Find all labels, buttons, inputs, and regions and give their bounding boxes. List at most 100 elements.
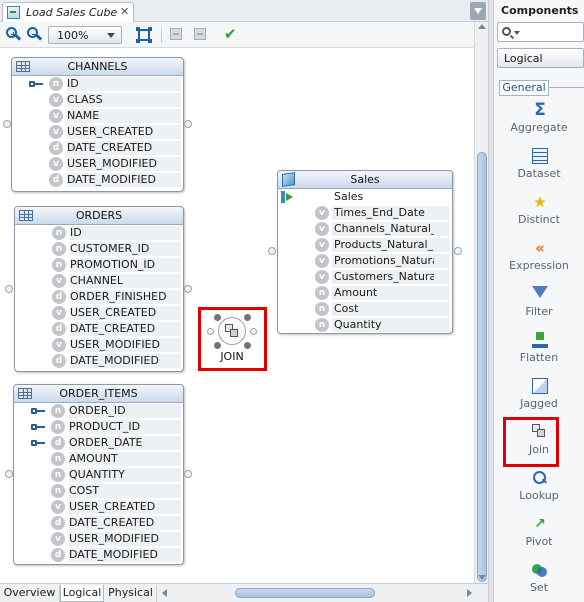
selection-handle[interactable] [214,314,221,321]
join-node[interactable]: JOIN [204,311,260,365]
entity-order-items-input-port[interactable] [5,470,13,478]
component-jagged[interactable]: Jagged [494,376,584,420]
tab-list-dropdown-icon[interactable] [470,2,486,20]
component-flatten[interactable]: Flatten [494,330,584,374]
scroll-right-icon[interactable] [467,589,472,597]
selection-handle[interactable] [244,314,251,321]
components-panel-title: Components [501,4,579,17]
entity-sales-input-port[interactable] [268,247,276,255]
attribute-row[interactable]: v CHANNEL [15,273,183,289]
component-set[interactable]: Set [494,560,584,602]
attribute-row[interactable]: d DATE_MODIFIED [15,353,183,369]
scroll-left-icon[interactable] [162,589,167,597]
component-dataset[interactable]: Dataset [494,146,584,190]
entity-header[interactable]: ORDER_ITEMS [14,385,183,403]
attribute-row[interactable]: v Customers_Natura [278,269,452,285]
attribute-row[interactable]: n ID [12,76,183,92]
entity-orders-output-port[interactable] [184,285,192,293]
entity-order-items-output-port[interactable] [184,470,192,478]
attribute-row[interactable]: n Quantity [278,317,452,333]
component-pivot[interactable]: ↗ Pivot [494,514,584,558]
attribute-row[interactable]: n Cost [278,301,452,317]
scroll-up-icon[interactable] [478,24,486,29]
attribute-row[interactable]: n PROMOTION_ID [15,257,183,273]
tab-physical[interactable]: Physical [105,585,157,602]
components-search-input[interactable] [497,22,584,42]
canvas-horizontal-scrollbar[interactable] [160,587,474,600]
properties-button-disabled[interactable] [192,26,208,44]
tab-logical[interactable]: Logical [60,585,104,602]
attribute-row[interactable]: v Channels_Natural_ [278,221,452,237]
attribute-row[interactable]: n CUSTOMER_ID [15,241,183,257]
entity-header[interactable]: ORDERS [15,207,183,225]
attribute-row[interactable]: n Amount [278,285,452,301]
selection-handle[interactable] [244,342,251,349]
attribute-row[interactable]: d DATE_CREATED [14,515,183,531]
attribute-row[interactable]: v USER_CREATED [14,499,183,515]
selection-handle[interactable] [214,342,221,349]
attribute-row[interactable]: v CLASS [12,92,183,108]
attribute-row[interactable]: v NAME [12,108,183,124]
join-output-port[interactable] [250,328,257,335]
chevron-down-icon[interactable] [514,31,520,35]
attribute-row[interactable]: d ORDER_DATE [14,435,183,451]
mapping-canvas[interactable]: CHANNELS n ID v CLASS v NAME v USER_CREATED d DAT… [0,48,474,583]
attribute-row[interactable]: v USER_CREATED [12,124,183,140]
attribute-row[interactable]: v Promotions_Natura [278,253,452,269]
attribute-row[interactable]: d DATE_MODIFIED [14,547,183,563]
horizontal-scroll-thumb[interactable] [235,588,375,598]
attribute-row[interactable]: v USER_MODIFIED [14,531,183,547]
zoom-out-button[interactable] [26,26,43,44]
join-node-body[interactable] [218,317,246,345]
entity-title: CHANNELS [67,60,128,73]
attribute-row[interactable]: v Products_Natural_I [278,237,452,253]
entity-orders[interactable]: ORDERS n ID n CUSTOMER_ID n PROMOTION_ID v CHAN… [14,206,184,372]
attribute-row[interactable]: d DATE_MODIFIED [12,172,183,188]
zoom-in-button[interactable] [5,26,22,44]
attribute-row[interactable]: v USER_CREATED [15,305,183,321]
attribute-row[interactable]: d DATE_CREATED [15,321,183,337]
entity-header[interactable]: CHANNELS [12,58,183,76]
scroll-down-icon[interactable] [478,575,486,580]
attribute-row-sales-output[interactable]: Sales [278,189,452,205]
entity-channels[interactable]: CHANNELS n ID v CLASS v NAME v USER_CREATED d DAT… [11,57,184,192]
components-section-general[interactable]: General [499,80,549,96]
attribute-row[interactable]: d ORDER_FINISHED [15,289,183,305]
component-lookup[interactable]: Lookup [494,468,584,512]
component-expression[interactable]: « Expression [494,238,584,282]
attribute-row[interactable]: v Times_End_Date [278,205,452,221]
editor-tab-load-sales-cube[interactable]: Load Sales Cube ✕ [2,2,134,22]
tab-overview[interactable]: Overview [0,585,60,602]
entity-sales-output-port[interactable] [454,247,462,255]
attribute-row[interactable]: v USER_MODIFIED [12,156,183,172]
component-filter[interactable]: Filter [494,284,584,328]
datatype-icon: n [52,258,66,272]
attribute-row-background [67,77,181,91]
canvas-vertical-scrollbar[interactable] [474,22,488,583]
entity-order-items[interactable]: ORDER_ITEMS n ORDER_ID n PRODUCT_ID d ORDER_D… [13,384,184,565]
component-aggregate[interactable]: Σ Aggregate [494,100,584,144]
entity-channels-output-port[interactable] [184,120,192,128]
entity-channels-input-port[interactable] [3,120,11,128]
attribute-row[interactable]: n ID [15,225,183,241]
attribute-row[interactable]: n QUANTITY [14,467,183,483]
attribute-row[interactable]: n PRODUCT_ID [14,419,183,435]
layout-button-disabled[interactable] [168,26,184,44]
component-distinct[interactable]: ★ Distinct [494,192,584,236]
entity-header[interactable]: Sales [278,171,452,189]
attribute-row[interactable]: n COST [14,483,183,499]
validate-button[interactable]: ✔ [224,25,242,43]
attribute-row[interactable]: v USER_MODIFIED [15,337,183,353]
fit-to-window-button[interactable] [135,26,153,44]
close-icon[interactable]: ✕ [120,5,129,18]
entity-sales[interactable]: Sales Sales v Times_End_Date v Channels_Nat… [277,170,453,334]
attribute-row[interactable]: n AMOUNT [14,451,183,467]
zoom-level-select[interactable]: 100% [48,26,122,44]
join-input-port[interactable] [207,328,214,335]
component-label: Lookup [519,489,559,502]
entity-orders-input-port[interactable] [5,285,13,293]
attribute-row[interactable]: d DATE_CREATED [12,140,183,156]
attribute-row[interactable]: n ORDER_ID [14,403,183,419]
components-category-select[interactable]: Logical [497,48,584,68]
vertical-scroll-thumb[interactable] [477,152,487,582]
